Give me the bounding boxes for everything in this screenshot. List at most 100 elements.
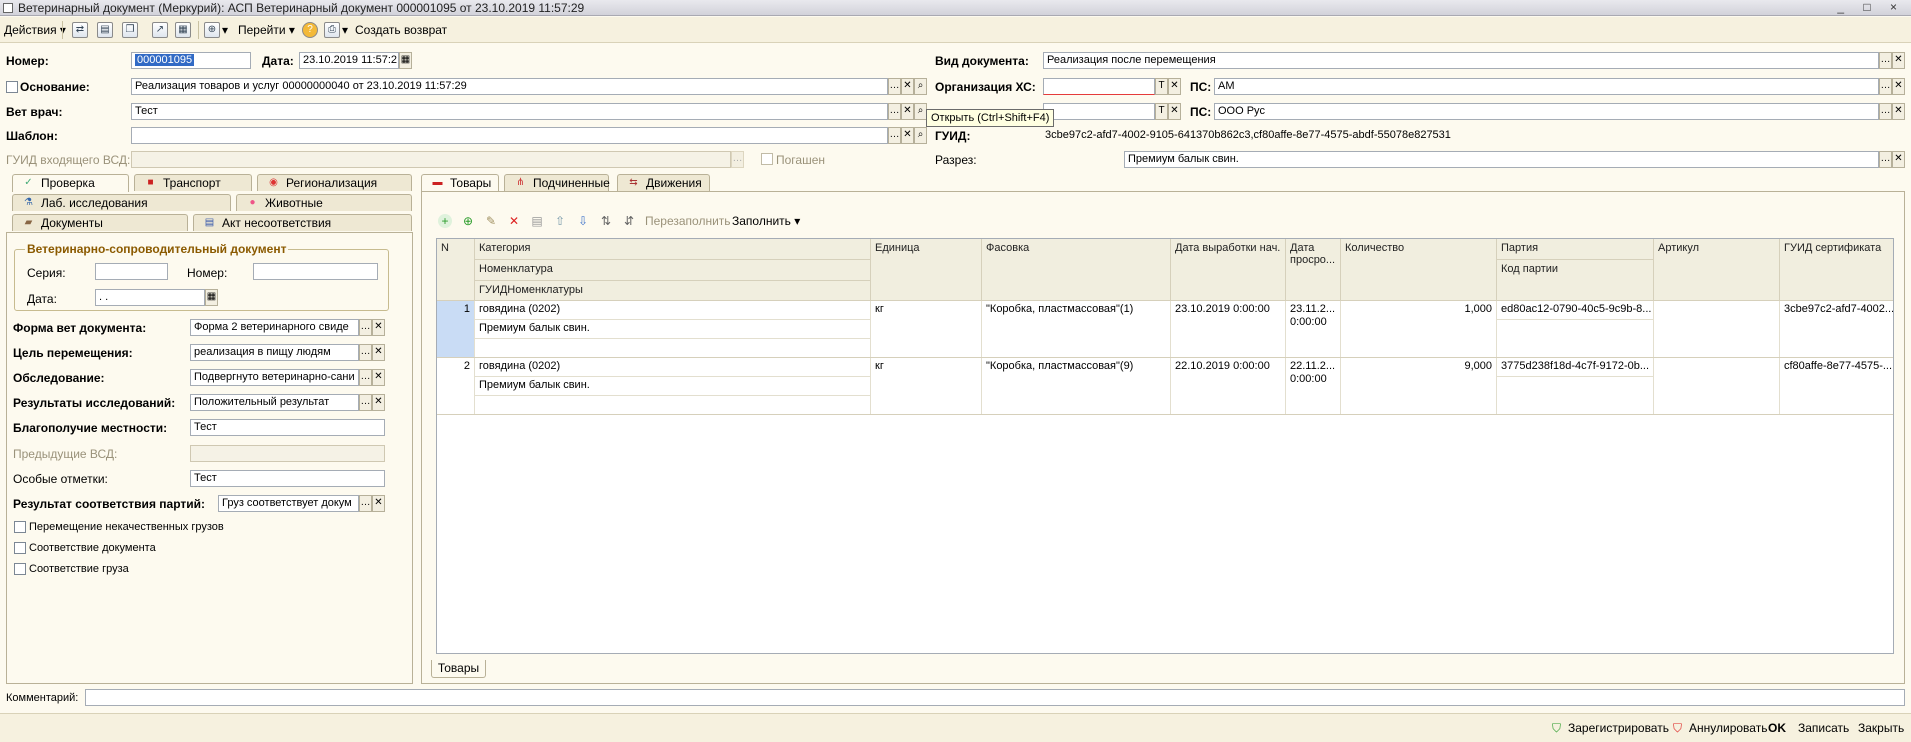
doc-type-field[interactable]: Реализация после перемещения bbox=[1043, 52, 1879, 69]
wellbeing-field[interactable]: Тест bbox=[190, 419, 385, 436]
row-category[interactable]: говядина (0202) bbox=[475, 301, 871, 320]
date-field[interactable]: 23.10.2019 11:57:2 bbox=[299, 52, 399, 69]
close-button[interactable]: Закрыть bbox=[1858, 721, 1904, 735]
org-type-button[interactable]: T bbox=[1155, 78, 1168, 95]
vet-field[interactable]: Тест bbox=[131, 103, 888, 120]
tab-regionalization[interactable]: ◉ Регионализация bbox=[257, 174, 412, 191]
ps2-clear-icon[interactable]: ✕ bbox=[1892, 103, 1905, 120]
copy-row-icon[interactable]: ⊕ bbox=[461, 214, 475, 228]
ok-button[interactable]: OK bbox=[1768, 721, 1786, 735]
window-controls[interactable]: _ □ × bbox=[1837, 0, 1905, 14]
help-icon[interactable]: ? bbox=[302, 22, 318, 38]
basis-clear-icon[interactable]: ✕ bbox=[901, 78, 914, 95]
ps1-clear-icon[interactable]: ✕ bbox=[1892, 78, 1905, 95]
tab-check[interactable]: ✓ Проверка bbox=[12, 174, 129, 192]
org2-clear-icon[interactable]: ✕ bbox=[1168, 103, 1181, 120]
doc-type-clear-icon[interactable]: ✕ bbox=[1892, 52, 1905, 69]
row-packing[interactable]: "Коробка, пластмассовая"(1) bbox=[982, 301, 1171, 357]
add-row-icon[interactable]: + bbox=[438, 214, 452, 228]
row-batch[interactable]: ed80ac12-0790-40c5-9c9b-8... bbox=[1497, 301, 1654, 320]
row-category[interactable]: говядина (0202) bbox=[475, 358, 871, 377]
poor-quality-checkbox[interactable] bbox=[14, 521, 26, 533]
create-based-dropdown[interactable]: ▾ bbox=[222, 23, 228, 37]
tab-goods-bottom[interactable]: Товары bbox=[431, 660, 486, 678]
vsd-number-field[interactable] bbox=[253, 263, 378, 280]
row-guid-nom[interactable] bbox=[475, 339, 871, 357]
basis-checkbox[interactable] bbox=[6, 81, 18, 93]
save-button[interactable]: Записать bbox=[1798, 721, 1849, 735]
match-field[interactable]: Груз соответствует докум bbox=[218, 495, 359, 512]
inspection-select-button[interactable]: … bbox=[359, 369, 372, 386]
marks-field[interactable]: Тест bbox=[190, 470, 385, 487]
doc-match-checkbox[interactable] bbox=[14, 542, 26, 554]
copy-icon[interactable]: ❐ bbox=[122, 22, 138, 38]
form-field[interactable]: Форма 2 ветеринарного свиде bbox=[190, 319, 359, 336]
row-packing[interactable]: "Коробка, пластмассовая"(9) bbox=[982, 358, 1171, 414]
goto-menu[interactable]: Перейти ▾ bbox=[238, 23, 295, 37]
row-batch-code[interactable] bbox=[1497, 377, 1654, 414]
inspection-clear-icon[interactable]: ✕ bbox=[372, 369, 385, 386]
tab-subordinates[interactable]: ⋔ Подчиненные bbox=[504, 174, 610, 191]
col-batch-header[interactable]: Партия bbox=[1497, 239, 1654, 260]
row-date-exp[interactable]: 23.11.2... 0:00:00 bbox=[1286, 301, 1341, 357]
col-guid-nom-header[interactable]: ГУИДНоменклатуры bbox=[475, 281, 871, 301]
tab-lab-research[interactable]: ⚗ Лаб. исследования bbox=[12, 194, 231, 211]
sort-desc-icon[interactable]: ⇵ bbox=[622, 214, 636, 228]
tab-documents[interactable]: ▰ Документы bbox=[12, 214, 188, 231]
purpose-field[interactable]: реализация в пищу людям bbox=[190, 344, 359, 361]
row-nomenclature[interactable]: Премиум балык свин. bbox=[475, 320, 871, 339]
move-up-icon[interactable]: ⇧ bbox=[553, 214, 567, 228]
inspection-field[interactable]: Подвергнуто ветеринарно-сани bbox=[190, 369, 359, 386]
template-field[interactable] bbox=[131, 127, 888, 144]
row-date-exp[interactable]: 22.11.2... 0:00:00 bbox=[1286, 358, 1341, 414]
row-qty[interactable]: 1,000 bbox=[1341, 301, 1497, 357]
org-field[interactable] bbox=[1043, 78, 1155, 95]
table-row[interactable]: 2 говядина (0202) Премиум балык свин. кг… bbox=[437, 358, 1893, 415]
row-unit[interactable]: кг bbox=[871, 301, 982, 357]
col-packing-header[interactable]: Фасовка bbox=[982, 239, 1171, 301]
vet-select-button[interactable]: … bbox=[888, 103, 901, 120]
end-edit-icon[interactable]: ▤ bbox=[530, 214, 544, 228]
section-select-button[interactable]: … bbox=[1879, 151, 1892, 168]
prev-vsd-field[interactable] bbox=[190, 445, 385, 462]
match-clear-icon[interactable]: ✕ bbox=[372, 495, 385, 512]
comment-field[interactable] bbox=[85, 689, 1905, 706]
ps2-select-button[interactable]: … bbox=[1879, 103, 1892, 120]
export-icon[interactable]: ↗ bbox=[152, 22, 168, 38]
post-icon[interactable]: ⇄ bbox=[72, 22, 88, 38]
refill-button[interactable]: Перезаполнить bbox=[645, 214, 731, 228]
org2-type-button[interactable]: T bbox=[1155, 103, 1168, 120]
row-unit[interactable]: кг bbox=[871, 358, 982, 414]
col-category-header[interactable]: Категория bbox=[475, 239, 871, 260]
basis-select-button[interactable]: … bbox=[888, 78, 901, 95]
print-icon[interactable]: ⎙ bbox=[324, 22, 340, 38]
edit-row-icon[interactable]: ✎ bbox=[484, 214, 498, 228]
print-dropdown[interactable]: ▾ bbox=[342, 23, 348, 37]
row-guid-cert[interactable]: cf80affe-8e77-4575-... bbox=[1780, 358, 1893, 414]
calendar-icon[interactable]: ▦ bbox=[399, 52, 412, 69]
number-field[interactable]: 000001095 bbox=[131, 52, 251, 69]
purpose-select-button[interactable]: … bbox=[359, 344, 372, 361]
col-article-header[interactable]: Артикул bbox=[1654, 239, 1780, 301]
document-icon[interactable]: ▦ bbox=[175, 22, 191, 38]
annul-button[interactable]: Аннулировать bbox=[1689, 721, 1767, 735]
purpose-clear-icon[interactable]: ✕ bbox=[372, 344, 385, 361]
form-clear-icon[interactable]: ✕ bbox=[372, 319, 385, 336]
col-date-exp-header[interactable]: Дата просро... bbox=[1286, 239, 1341, 301]
basis-search-icon[interactable]: ⌕ bbox=[914, 78, 927, 95]
col-qty-header[interactable]: Количество bbox=[1341, 239, 1497, 301]
col-batch-code-header[interactable]: Код партии bbox=[1497, 260, 1654, 301]
org-clear-icon[interactable]: ✕ bbox=[1168, 78, 1181, 95]
template-clear-icon[interactable]: ✕ bbox=[901, 127, 914, 144]
section-field[interactable]: Премиум балык свин. bbox=[1124, 151, 1879, 168]
basis-field[interactable]: Реализация товаров и услуг 00000000040 о… bbox=[131, 78, 888, 95]
row-date-prod[interactable]: 22.10.2019 0:00:00 bbox=[1171, 358, 1286, 414]
col-nomenclature-header[interactable]: Номенклатура bbox=[475, 260, 871, 281]
doc-type-select-button[interactable]: … bbox=[1879, 52, 1892, 69]
tab-transport[interactable]: ■ Транспорт bbox=[134, 174, 252, 191]
match-select-button[interactable]: … bbox=[359, 495, 372, 512]
col-date-prod-header[interactable]: Дата выработки нач. bbox=[1171, 239, 1286, 301]
col-n-header[interactable]: N bbox=[437, 239, 475, 301]
row-qty[interactable]: 9,000 bbox=[1341, 358, 1497, 414]
ps1-field[interactable]: АМ bbox=[1214, 78, 1879, 95]
